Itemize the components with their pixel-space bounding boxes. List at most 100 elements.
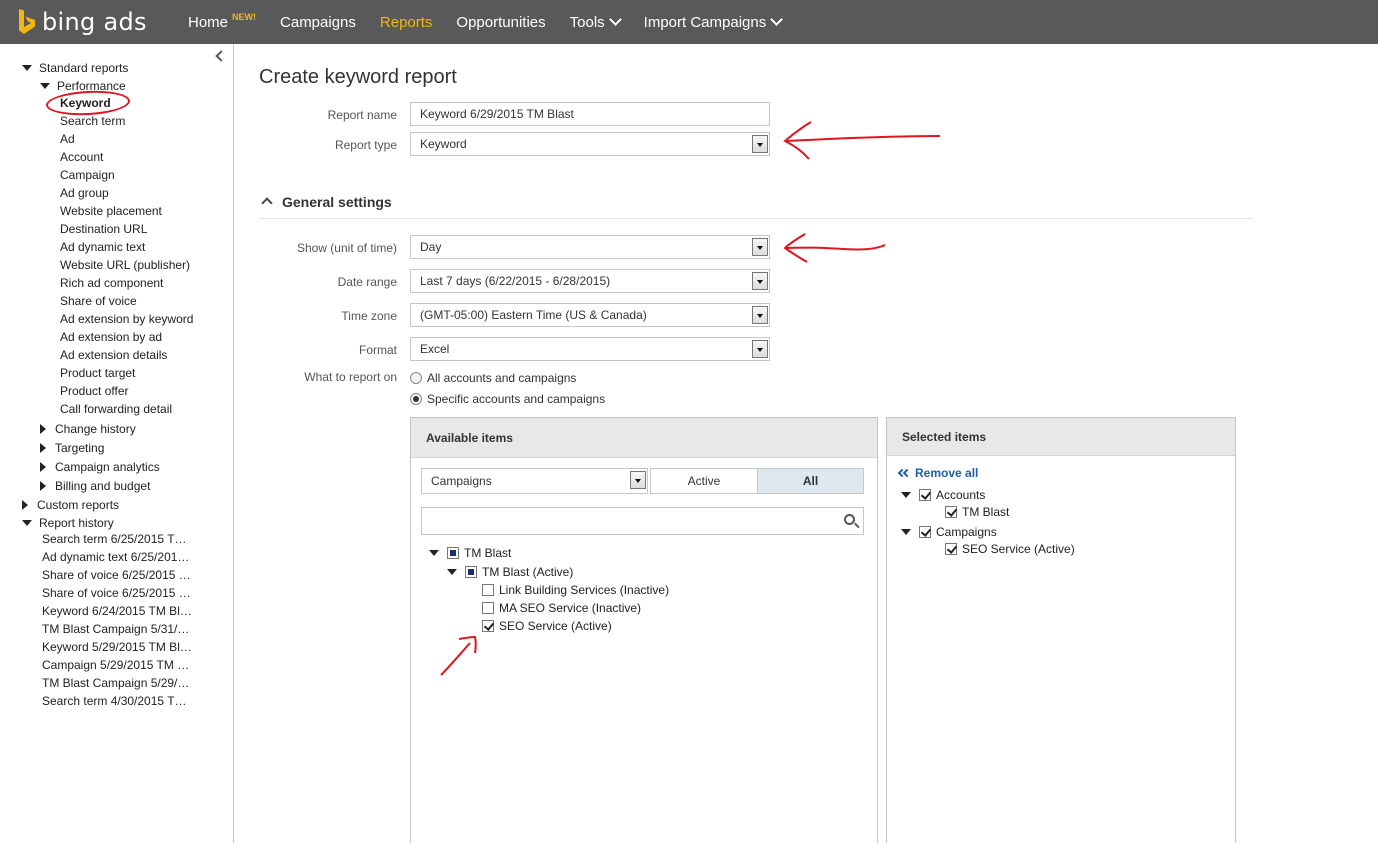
sidebar-campaign-analytics[interactable]: Campaign analytics — [38, 460, 160, 474]
toggle-active[interactable]: Active — [650, 468, 758, 494]
radio-button-selected[interactable] — [410, 393, 422, 405]
report-history-item[interactable]: Keyword 5/29/2015 TM Bl… — [42, 640, 192, 654]
sidebar-performance-item[interactable]: Call forwarding detail — [60, 402, 172, 416]
general-settings-title[interactable]: General settings — [282, 194, 392, 210]
report-history-item[interactable]: Share of voice 6/25/2015 … — [42, 568, 191, 582]
radio-specific-accounts[interactable]: Specific accounts and campaigns — [410, 392, 605, 406]
sidebar-custom-reports[interactable]: Custom reports — [20, 498, 119, 512]
sidebar-performance-item[interactable]: Ad extension details — [60, 348, 167, 362]
date-range-select[interactable]: Last 7 days (6/22/2015 - 6/28/2015) — [410, 269, 770, 293]
nav-tools[interactable]: Tools — [558, 0, 632, 44]
checked-checkbox[interactable] — [945, 506, 957, 518]
sidebar-performance-item[interactable]: Product target — [60, 366, 135, 380]
tree-adgroup-label: MA SEO Service (Inactive) — [499, 601, 642, 615]
sidebar-change-history[interactable]: Change history — [38, 422, 136, 436]
format-select[interactable]: Excel — [410, 337, 770, 361]
checkbox[interactable] — [482, 602, 494, 614]
checked-checkbox[interactable] — [945, 543, 957, 555]
sidebar-performance-item[interactable]: Ad dynamic text — [60, 240, 145, 254]
sidebar-performance-item[interactable]: Account — [60, 150, 103, 164]
sidebar-standard-reports[interactable]: Standard reports — [22, 61, 128, 75]
selected-account-item[interactable]: TM Blast — [945, 505, 1009, 519]
dropdown-arrow-icon[interactable] — [630, 471, 646, 489]
dropdown-arrow-icon[interactable] — [752, 238, 768, 256]
format-label: Format — [358, 343, 397, 357]
sidebar: Standard reports Performance Keyword Sear… — [0, 44, 234, 843]
top-navigation: bing ads Home NEW! Campaigns Reports Opp… — [0, 0, 1378, 44]
collapse-sidebar-icon[interactable] — [215, 50, 227, 62]
report-history-item[interactable]: Share of voice 6/25/2015 … — [42, 586, 191, 600]
partial-checkbox[interactable] — [447, 547, 459, 559]
selected-accounts-row[interactable]: Accounts — [901, 488, 985, 502]
checked-checkbox[interactable] — [919, 526, 931, 538]
report-history-item[interactable]: TM Blast Campaign 5/29/… — [42, 676, 189, 690]
selected-campaign-item[interactable]: SEO Service (Active) — [945, 542, 1075, 556]
tree-account-row[interactable]: TM Blast — [429, 546, 511, 560]
search-icon[interactable] — [844, 514, 855, 525]
time-zone-label: Time zone — [341, 309, 397, 323]
tree-adgroup-row[interactable]: Link Building Services (Inactive) — [482, 583, 669, 597]
dropdown-arrow-icon[interactable] — [752, 306, 768, 324]
available-items-search[interactable] — [421, 507, 864, 535]
sidebar-performance[interactable]: Performance — [40, 79, 126, 93]
sidebar-performance-item[interactable]: Product offer — [60, 384, 128, 398]
sidebar-performance-item[interactable]: Website placement — [60, 204, 162, 218]
item-type-filter-value: Campaigns — [431, 474, 492, 488]
sidebar-item-keyword-selected[interactable]: Keyword — [60, 96, 111, 110]
remove-all-link[interactable]: Remove all — [897, 466, 978, 480]
sidebar-performance-item[interactable]: Destination URL — [60, 222, 147, 236]
dropdown-arrow-icon[interactable] — [752, 272, 768, 290]
radio-button[interactable] — [410, 372, 422, 384]
nav-import-campaigns[interactable]: Import Campaigns — [632, 0, 794, 44]
expand-down-icon[interactable] — [901, 492, 911, 498]
checked-checkbox[interactable] — [919, 489, 931, 501]
sidebar-performance-item[interactable]: Ad — [60, 132, 75, 146]
sidebar-performance-item[interactable]: Share of voice — [60, 294, 137, 308]
report-history-item[interactable]: Search term 6/25/2015 T… — [42, 532, 187, 546]
time-zone-select[interactable]: (GMT-05:00) Eastern Time (US & Canada) — [410, 303, 770, 327]
expand-down-icon[interactable] — [901, 529, 911, 535]
report-name-input[interactable]: Keyword 6/29/2015 TM Blast — [410, 102, 770, 126]
tree-campaign-row[interactable]: TM Blast (Active) — [447, 565, 573, 579]
dropdown-arrow-icon[interactable] — [752, 135, 768, 153]
radio-all-accounts[interactable]: All accounts and campaigns — [410, 371, 576, 385]
unit-of-time-select[interactable]: Day — [410, 235, 770, 259]
sidebar-performance-item[interactable]: Rich ad component — [60, 276, 163, 290]
report-history-item[interactable]: Campaign 5/29/2015 TM … — [42, 658, 189, 672]
toggle-all[interactable]: All — [757, 468, 864, 494]
partial-checkbox[interactable] — [465, 566, 477, 578]
report-history-item[interactable]: Search term 4/30/2015 T… — [42, 694, 187, 708]
main-content: Create keyword report Report name Keywor… — [235, 44, 1378, 843]
tree-adgroup-row[interactable]: MA SEO Service (Inactive) — [482, 601, 641, 615]
nav-campaigns[interactable]: Campaigns — [268, 0, 368, 44]
nav-reports[interactable]: Reports — [368, 0, 445, 44]
sidebar-performance-item[interactable]: Ad extension by ad — [60, 330, 162, 344]
checked-checkbox[interactable] — [482, 620, 494, 632]
sidebar-performance-item[interactable]: Campaign — [60, 168, 115, 182]
nav-tools-label: Tools — [569, 13, 605, 31]
sidebar-report-history[interactable]: Report history — [22, 516, 114, 530]
bing-ads-logo[interactable]: bing ads — [18, 8, 168, 36]
report-history-item[interactable]: Ad dynamic text 6/25/201… — [42, 550, 189, 564]
chevron-up-icon[interactable] — [261, 197, 273, 209]
tree-adgroup-row[interactable]: SEO Service (Active) — [482, 619, 612, 633]
sidebar-billing-budget[interactable]: Billing and budget — [38, 479, 150, 493]
sidebar-performance-item[interactable]: Ad extension by keyword — [60, 312, 193, 326]
date-range-value: Last 7 days (6/22/2015 - 6/28/2015) — [420, 274, 611, 288]
report-history-item[interactable]: Keyword 6/24/2015 TM Bl… — [42, 604, 192, 618]
nav-home[interactable]: Home NEW! — [176, 0, 268, 44]
report-history-item[interactable]: TM Blast Campaign 5/31/… — [42, 622, 189, 636]
dropdown-arrow-icon[interactable] — [752, 340, 768, 358]
report-type-select[interactable]: Keyword — [410, 132, 770, 156]
item-type-filter-select[interactable]: Campaigns — [421, 468, 648, 494]
what-to-report-label: What to report on — [304, 370, 397, 384]
nav-opportunities[interactable]: Opportunities — [444, 0, 557, 44]
checkbox[interactable] — [482, 584, 494, 596]
sidebar-targeting[interactable]: Targeting — [38, 441, 104, 455]
sidebar-performance-item[interactable]: Website URL (publisher) — [60, 258, 190, 272]
expand-down-icon[interactable] — [447, 569, 457, 575]
sidebar-performance-item[interactable]: Ad group — [60, 186, 109, 200]
expand-down-icon[interactable] — [429, 550, 439, 556]
selected-campaigns-row[interactable]: Campaigns — [901, 525, 997, 539]
sidebar-performance-item[interactable]: Search term — [60, 114, 125, 128]
